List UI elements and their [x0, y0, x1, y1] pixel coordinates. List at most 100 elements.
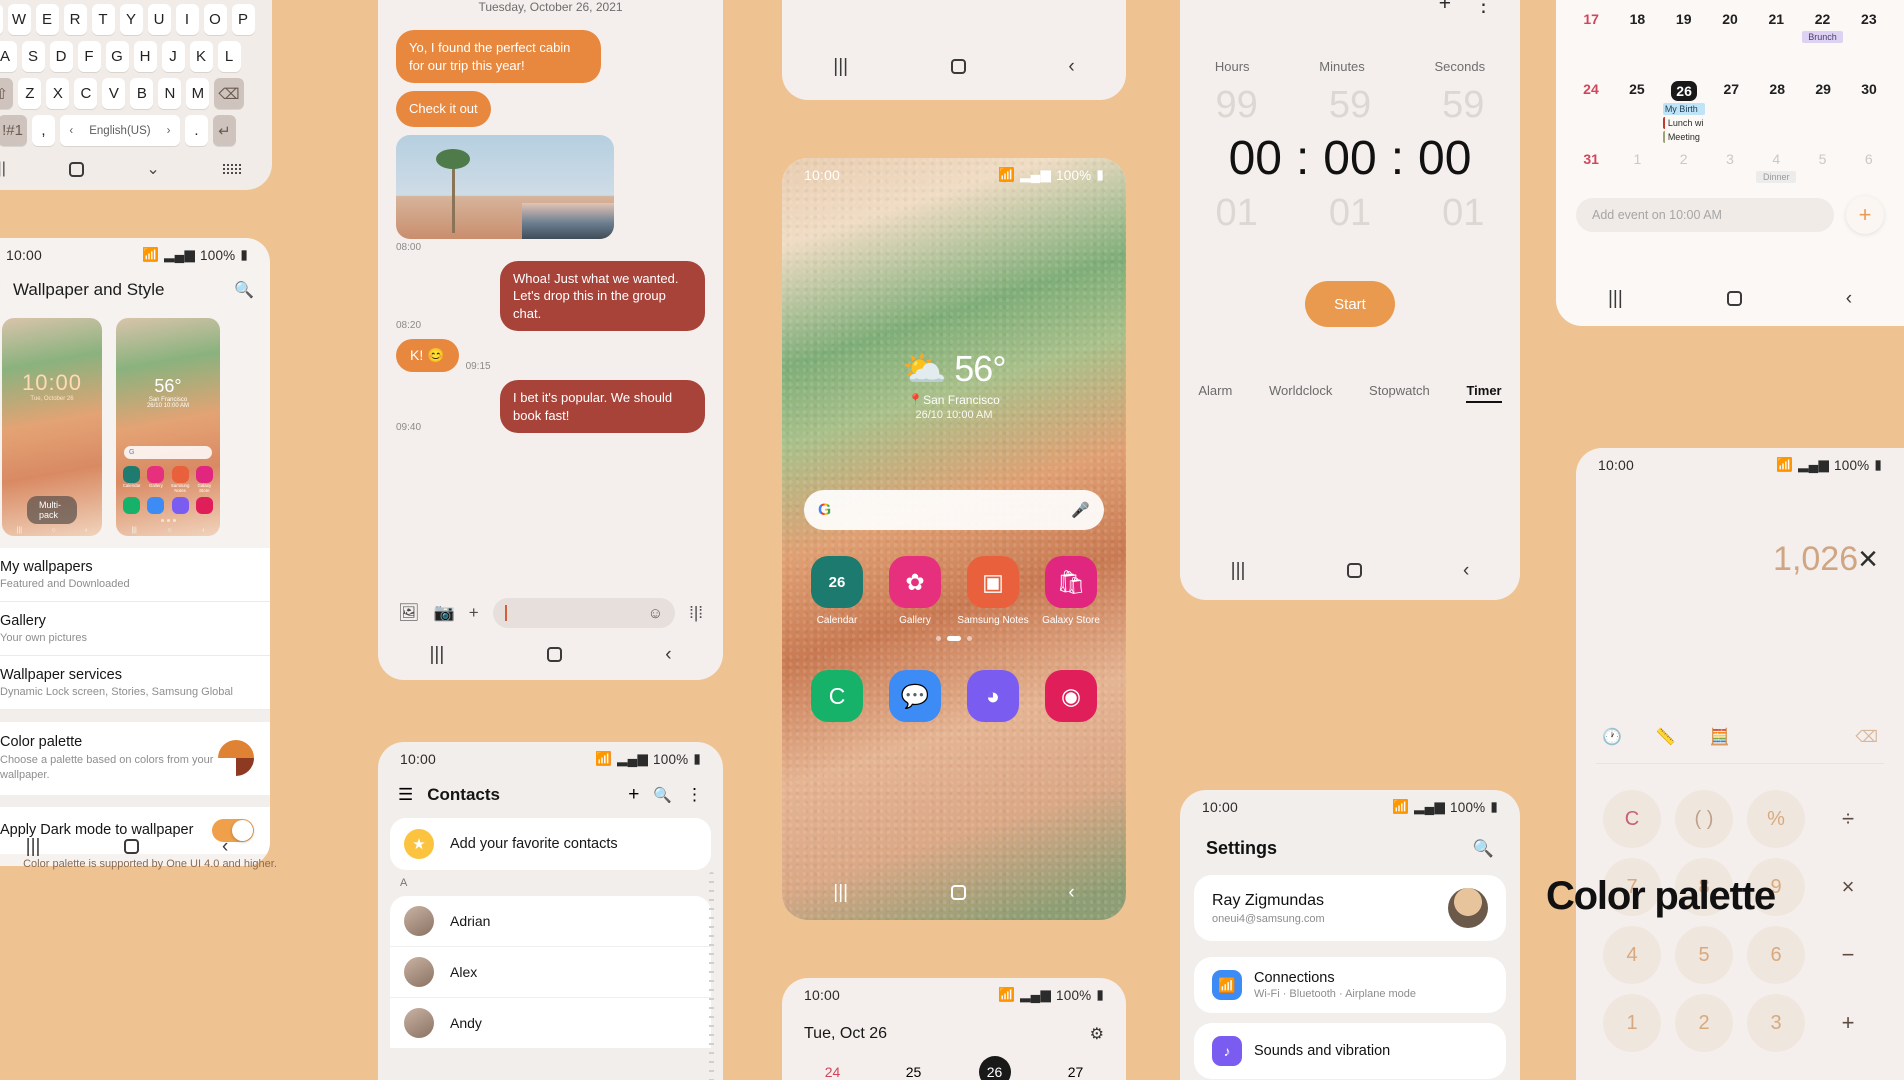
calendar-day[interactable]: 21	[1753, 4, 1799, 74]
calendar-day[interactable]: 28	[1754, 74, 1800, 144]
calendar-day[interactable]: 19	[1661, 4, 1707, 74]
shift-key[interactable]: ⇧	[0, 78, 14, 109]
timer-value[interactable]: 00 : 00 : 00	[1180, 131, 1520, 186]
key-o[interactable]: O	[203, 4, 227, 35]
list-item-my-wallpapers[interactable]: My wallpapers Featured and Downloaded	[0, 548, 270, 602]
key-y[interactable]: Y	[119, 4, 143, 35]
timer-ghost-above[interactable]: 99 59 59	[1180, 84, 1520, 127]
list-item-wallpaper-services[interactable]: Wallpaper services Dynamic Lock screen, …	[0, 656, 270, 710]
back-nav-icon[interactable]: ‹	[665, 645, 671, 664]
tab-timer[interactable]: Timer	[1466, 383, 1502, 403]
calc-key-percent[interactable]: %	[1747, 790, 1805, 848]
recents-icon[interactable]: |||	[833, 57, 848, 76]
back-icon[interactable]: ‹	[0, 278, 1, 302]
calc-key-6[interactable]: 6	[1747, 926, 1805, 984]
day-cell[interactable]: 27	[1060, 1056, 1092, 1080]
recents-icon[interactable]: |||	[26, 837, 41, 856]
timer-ghost-below[interactable]: 01 01 01	[1180, 192, 1520, 235]
back-nav-icon[interactable]: ‹	[1846, 289, 1852, 308]
google-search-bar[interactable]: G 🎤	[804, 490, 1104, 530]
app-messages[interactable]: 💬	[876, 670, 954, 729]
recents-icon[interactable]: |||	[1608, 289, 1623, 308]
settings-item-sounds[interactable]: ♪ Sounds and vibration	[1194, 1023, 1506, 1079]
key-g[interactable]: G	[105, 41, 129, 72]
calendar-day[interactable]: 2	[1661, 144, 1707, 186]
calendar-day[interactable]: 27	[1708, 74, 1754, 144]
add-contact-icon[interactable]: +	[628, 784, 639, 806]
key-v[interactable]: V	[102, 78, 126, 109]
key-t[interactable]: T	[91, 4, 115, 35]
tab-alarm[interactable]: Alarm	[1198, 383, 1232, 403]
calc-key-multiply[interactable]: ×	[1819, 858, 1877, 916]
day-cell[interactable]: 24	[817, 1056, 849, 1080]
app-calendar[interactable]: 26 Calendar	[798, 556, 876, 627]
camera-icon[interactable]: 📷	[434, 603, 455, 623]
calc-key-plus[interactable]: +	[1819, 994, 1877, 1052]
tab-worldclock[interactable]: Worldclock	[1269, 383, 1332, 403]
calendar-day[interactable]: 4 Dinner	[1753, 144, 1799, 186]
app-phone[interactable]: C	[798, 670, 876, 729]
recents-icon[interactable]: |||	[429, 645, 444, 664]
palette-swatch-icon[interactable]	[218, 740, 254, 777]
calc-key-clear[interactable]: C	[1603, 790, 1661, 848]
recents-icon[interactable]: |||	[0, 160, 6, 178]
comma-key[interactable]: ,	[31, 115, 55, 146]
day-cell[interactable]: 25	[898, 1056, 930, 1080]
index-scrollbar[interactable]	[709, 872, 714, 1080]
calendar-day[interactable]: 5	[1799, 144, 1845, 186]
calendar-day-selected[interactable]: 26 My Birth Lunch wi Meeting	[1660, 74, 1709, 144]
emoji-icon[interactable]: ☺	[648, 605, 663, 622]
color-palette-row[interactable]: Color palette Choose a palette based on …	[0, 722, 270, 795]
gear-icon[interactable]: ⚙	[1090, 1024, 1104, 1044]
message-bubble-outgoing[interactable]: Whoa! Just what we wanted. Let's drop th…	[500, 260, 705, 332]
app-internet[interactable]: ◕	[954, 670, 1032, 729]
recents-icon[interactable]: |||	[1231, 561, 1246, 580]
list-item[interactable]: Alex	[390, 946, 711, 997]
key-b[interactable]: B	[130, 78, 154, 109]
calendar-day[interactable]: 29	[1800, 74, 1846, 144]
hamburger-icon[interactable]: ☰	[398, 785, 413, 805]
weather-widget[interactable]: ⛅ 56° 📍San Francisco 26/10 10:00 AM	[782, 348, 1126, 421]
message-bubble-incoming[interactable]: Yo, I found the perfect cabin for our tr…	[396, 30, 601, 84]
home-icon[interactable]	[68, 161, 84, 177]
home-screen-preview[interactable]: 56° San Francisco 26/10 10:00 AM G Calen…	[116, 318, 220, 536]
home-icon[interactable]	[1726, 290, 1742, 306]
add-event-button[interactable]: +	[1846, 196, 1884, 234]
key-z[interactable]: Z	[18, 78, 42, 109]
recents-icon[interactable]: |||	[833, 883, 848, 902]
image-icon[interactable]: 🖼	[398, 603, 420, 623]
key-k[interactable]: K	[189, 41, 213, 72]
calc-key-5[interactable]: 5	[1675, 926, 1733, 984]
calendar-day[interactable]: 31	[1568, 144, 1614, 186]
formula-icon[interactable]: 🧮	[1710, 727, 1730, 747]
key-j[interactable]: J	[161, 41, 185, 72]
back-nav-icon[interactable]: ‹	[1463, 561, 1469, 580]
account-card[interactable]: Ray Zigmundas oneui4@samsung.com	[1194, 875, 1506, 941]
settings-item-connections[interactable]: 📶 Connections Wi-Fi · Bluetooth · Airpla…	[1194, 957, 1506, 1013]
key-e[interactable]: E	[35, 4, 59, 35]
back-nav-icon[interactable]: ‹	[222, 837, 228, 856]
key-x[interactable]: X	[46, 78, 70, 109]
home-icon[interactable]	[950, 58, 966, 74]
calendar-day[interactable]: 24	[1568, 74, 1614, 144]
calc-key-minus[interactable]: −	[1819, 926, 1877, 984]
lang-next-icon[interactable]: ›	[167, 125, 171, 137]
list-item-gallery[interactable]: Gallery Your own pictures	[0, 602, 270, 656]
home-icon[interactable]	[123, 838, 139, 854]
search-icon[interactable]: 🔍	[1473, 839, 1494, 859]
calendar-event[interactable]: Lunch wi	[1662, 117, 1706, 129]
key-w[interactable]: W	[7, 4, 31, 35]
key-m[interactable]: M	[186, 78, 210, 109]
key-c[interactable]: C	[74, 78, 98, 109]
lock-screen-preview[interactable]: 10:00 Tue, October 26 Multi-pack ||| ○ ‹	[2, 318, 102, 536]
message-image-attachment[interactable]	[396, 134, 614, 239]
calendar-day[interactable]: 20	[1707, 4, 1753, 74]
message-bubble-outgoing[interactable]: I bet it's popular. We should book fast!	[500, 380, 705, 434]
add-favorite-contacts-row[interactable]: ★ Add your favorite contacts	[390, 818, 711, 870]
home-icon[interactable]	[547, 646, 563, 662]
back-nav-icon[interactable]: ‹	[1068, 883, 1074, 902]
calendar-day[interactable]: 3	[1707, 144, 1753, 186]
home-icon[interactable]	[950, 884, 966, 900]
calc-key-2[interactable]: 2	[1675, 994, 1733, 1052]
message-input[interactable]: ☺	[492, 598, 676, 628]
